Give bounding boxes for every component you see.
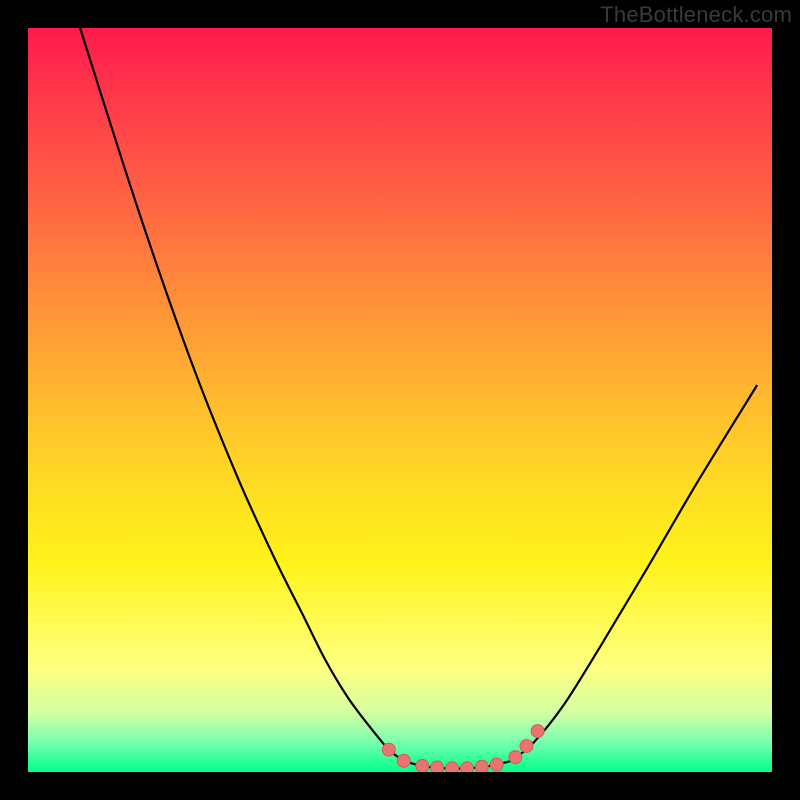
plot-area — [28, 28, 772, 772]
data-marker — [531, 725, 544, 738]
data-marker — [490, 758, 503, 771]
data-marker — [460, 762, 473, 772]
data-marker — [520, 739, 533, 752]
chart-frame: TheBottleneck.com — [0, 0, 800, 800]
curve-right — [512, 385, 758, 761]
data-marker — [416, 760, 429, 772]
curve-svg — [28, 28, 772, 772]
marker-group — [382, 725, 544, 772]
watermark-text: TheBottleneck.com — [600, 2, 792, 28]
curve-left — [80, 28, 404, 761]
data-marker — [446, 762, 459, 772]
data-marker — [431, 761, 444, 772]
data-marker — [475, 760, 488, 772]
data-marker — [382, 743, 395, 756]
data-marker — [509, 751, 522, 764]
data-marker — [397, 754, 410, 767]
